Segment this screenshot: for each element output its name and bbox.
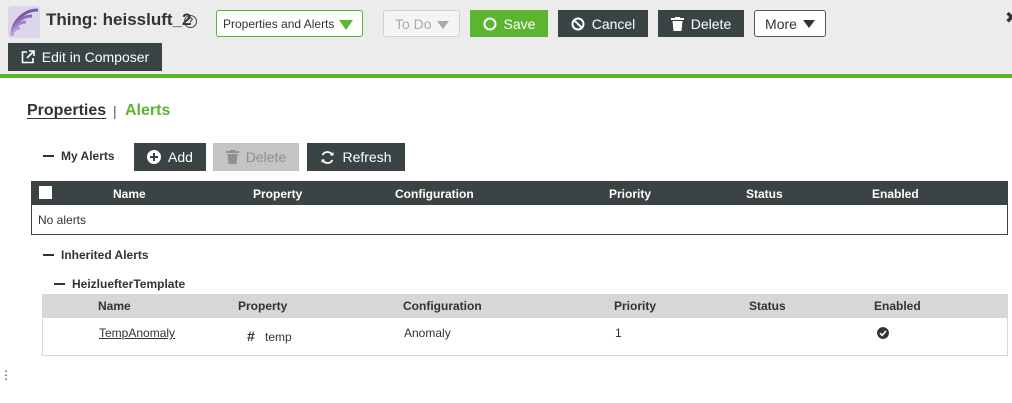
delete-alert-label: Delete	[245, 149, 287, 165]
plus-circle-icon	[147, 150, 162, 164]
collapse-icon	[43, 155, 54, 157]
col-enabled[interactable]: Enabled	[874, 299, 921, 313]
inherited-alerts-toggle[interactable]: Inherited Alerts	[43, 248, 149, 262]
select-all-checkbox[interactable]	[39, 186, 52, 199]
col-property[interactable]: Property	[238, 299, 287, 313]
todo-select[interactable]: To Do	[383, 10, 460, 37]
delete-button[interactable]: Delete	[658, 10, 744, 37]
col-priority[interactable]: Priority	[614, 299, 656, 313]
todo-select-value: To Do	[395, 15, 432, 32]
header-accent-line	[0, 74, 1012, 78]
number-type-icon: #	[247, 328, 255, 344]
trash-icon	[225, 150, 239, 164]
cancel-button[interactable]: Cancel	[558, 10, 648, 37]
external-link-icon	[21, 50, 35, 64]
page-title: Thing: heissluft_2	[46, 10, 192, 29]
empty-message: No alerts	[38, 213, 87, 227]
alert-configuration: Anomaly	[404, 326, 451, 340]
close-icon[interactable]: ✖	[1005, 8, 1012, 28]
more-button[interactable]: More	[754, 10, 826, 37]
alert-priority: 1	[615, 326, 622, 340]
tab-properties[interactable]: Properties	[27, 102, 106, 120]
col-configuration[interactable]: Configuration	[395, 187, 474, 201]
refresh-label: Refresh	[342, 149, 392, 165]
col-name[interactable]: Name	[113, 187, 146, 201]
view-select[interactable]: Properties and Alerts	[216, 10, 363, 37]
save-button[interactable]: Save	[470, 10, 548, 37]
chevron-down-icon	[802, 19, 815, 28]
col-priority[interactable]: Priority	[609, 187, 651, 201]
delete-alert-button[interactable]: Delete	[213, 143, 299, 171]
collapse-icon	[43, 254, 54, 256]
collapse-icon	[54, 283, 65, 285]
edit-in-composer-button[interactable]: Edit in Composer	[8, 43, 162, 71]
col-property[interactable]: Property	[253, 187, 302, 201]
my-alerts-toggle[interactable]: My Alerts	[43, 149, 115, 163]
inherited-alerts-label: Inherited Alerts	[61, 248, 149, 262]
template-label: HeizluefterTemplate	[72, 277, 186, 291]
inherited-table-header: Name Property Configuration Priority Sta…	[42, 294, 1008, 318]
cancel-icon	[571, 17, 585, 30]
save-label: Save	[503, 15, 536, 32]
chevron-down-icon	[437, 21, 449, 29]
my-alerts-label: My Alerts	[61, 149, 115, 163]
col-configuration[interactable]: Configuration	[403, 299, 482, 313]
add-alert-button[interactable]: Add	[134, 143, 206, 171]
col-enabled[interactable]: Enabled	[872, 187, 919, 201]
view-select-value: Properties and Alerts	[223, 16, 335, 31]
col-status[interactable]: Status	[749, 299, 786, 313]
thing-logo-icon	[8, 6, 40, 38]
col-name[interactable]: Name	[98, 299, 131, 313]
template-toggle[interactable]: HeizluefterTemplate	[54, 277, 185, 291]
circle-icon	[483, 17, 497, 30]
my-alerts-table-header: Name Property Configuration Priority Sta…	[31, 181, 1008, 205]
my-alerts-table-body: No alerts	[31, 205, 1008, 235]
refresh-icon	[321, 150, 334, 164]
alert-name-link[interactable]: TempAnomaly	[99, 326, 175, 340]
add-label: Add	[168, 149, 193, 165]
chevron-down-icon	[339, 20, 353, 30]
tab-separator: |	[113, 103, 117, 119]
edit-in-composer-label: Edit in Composer	[41, 49, 150, 65]
table-row[interactable]: TempAnomaly # temp Anomaly 1	[42, 318, 1008, 356]
cancel-label: Cancel	[591, 15, 636, 32]
refresh-button[interactable]: Refresh	[307, 143, 405, 171]
enabled-check-icon	[877, 327, 889, 339]
tab-alerts[interactable]: Alerts	[125, 102, 170, 120]
more-label: More	[765, 15, 797, 32]
col-status[interactable]: Status	[746, 187, 783, 201]
side-handle-icon[interactable]: ⋮	[0, 369, 12, 381]
trash-icon	[670, 16, 684, 31]
alert-property: temp	[265, 330, 292, 344]
help-icon[interactable]: ?	[184, 15, 197, 28]
delete-label: Delete	[690, 15, 732, 32]
